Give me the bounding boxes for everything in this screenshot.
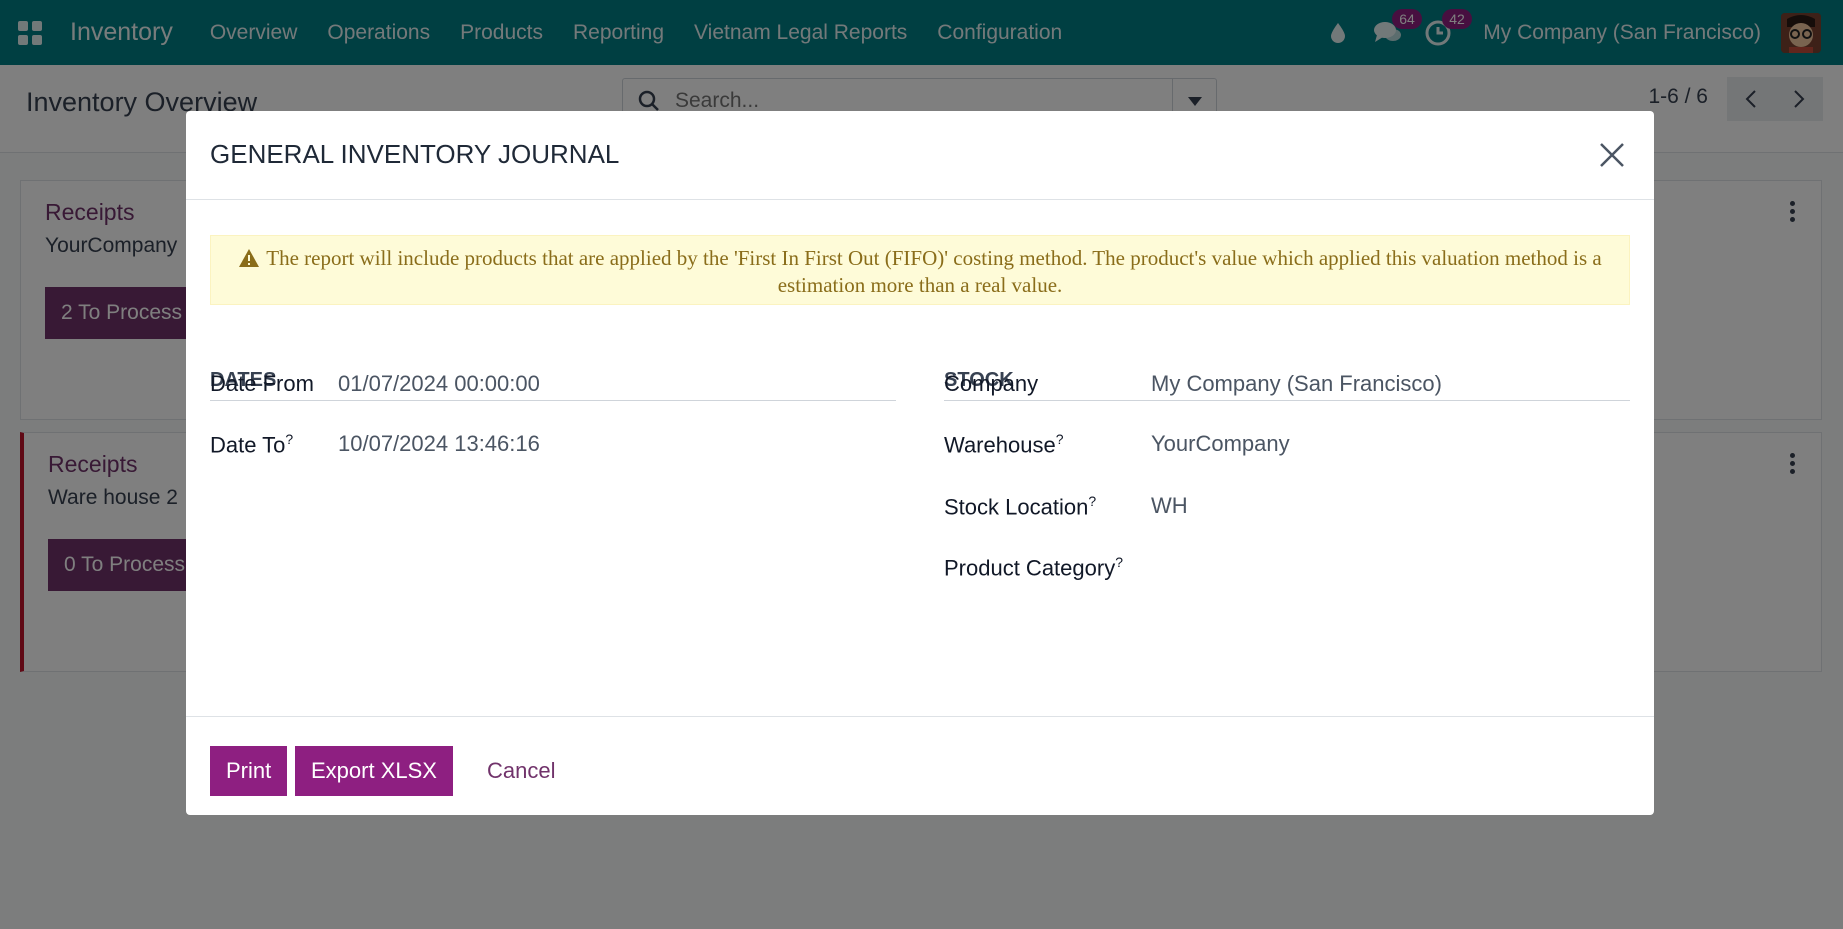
- warehouse-label: Warehouse?: [944, 431, 1064, 458]
- warehouse-field[interactable]: YourCompany: [1151, 431, 1290, 457]
- print-button[interactable]: Print: [210, 746, 288, 796]
- fifo-warning-alert: The report will include products that ar…: [210, 235, 1630, 305]
- company-field[interactable]: My Company (San Francisco): [1151, 371, 1442, 397]
- product-category-field[interactable]: [1151, 554, 1631, 582]
- date-to-field[interactable]: 10/07/2024 13:46:16: [338, 431, 540, 457]
- help-icon[interactable]: ?: [1056, 431, 1064, 447]
- export-xlsx-button[interactable]: Export XLSX: [295, 746, 453, 796]
- date-from-label: Date From: [210, 371, 314, 396]
- help-icon[interactable]: ?: [1088, 493, 1096, 509]
- alert-text: The report will include products that ar…: [266, 246, 1602, 297]
- cancel-button[interactable]: Cancel: [473, 746, 569, 796]
- product-category-label: Product Category?: [944, 554, 1123, 581]
- warning-icon: [238, 248, 260, 273]
- close-icon[interactable]: [1592, 135, 1632, 175]
- date-to-label: Date To?: [210, 431, 294, 458]
- report-dialog: GENERAL INVENTORY JOURNAL The report wil…: [186, 111, 1654, 815]
- dialog-header: GENERAL INVENTORY JOURNAL: [186, 111, 1654, 200]
- help-icon[interactable]: ?: [1115, 554, 1123, 570]
- date-from-field[interactable]: 01/07/2024 00:00:00: [338, 371, 540, 397]
- stock-location-label: Stock Location?: [944, 493, 1097, 520]
- stock-location-field[interactable]: WH: [1151, 493, 1188, 519]
- help-icon[interactable]: ?: [285, 431, 293, 447]
- dialog-title: GENERAL INVENTORY JOURNAL: [210, 139, 620, 169]
- dialog-footer: Print Export XLSX Cancel: [186, 716, 1654, 815]
- company-label: Company: [944, 371, 1039, 396]
